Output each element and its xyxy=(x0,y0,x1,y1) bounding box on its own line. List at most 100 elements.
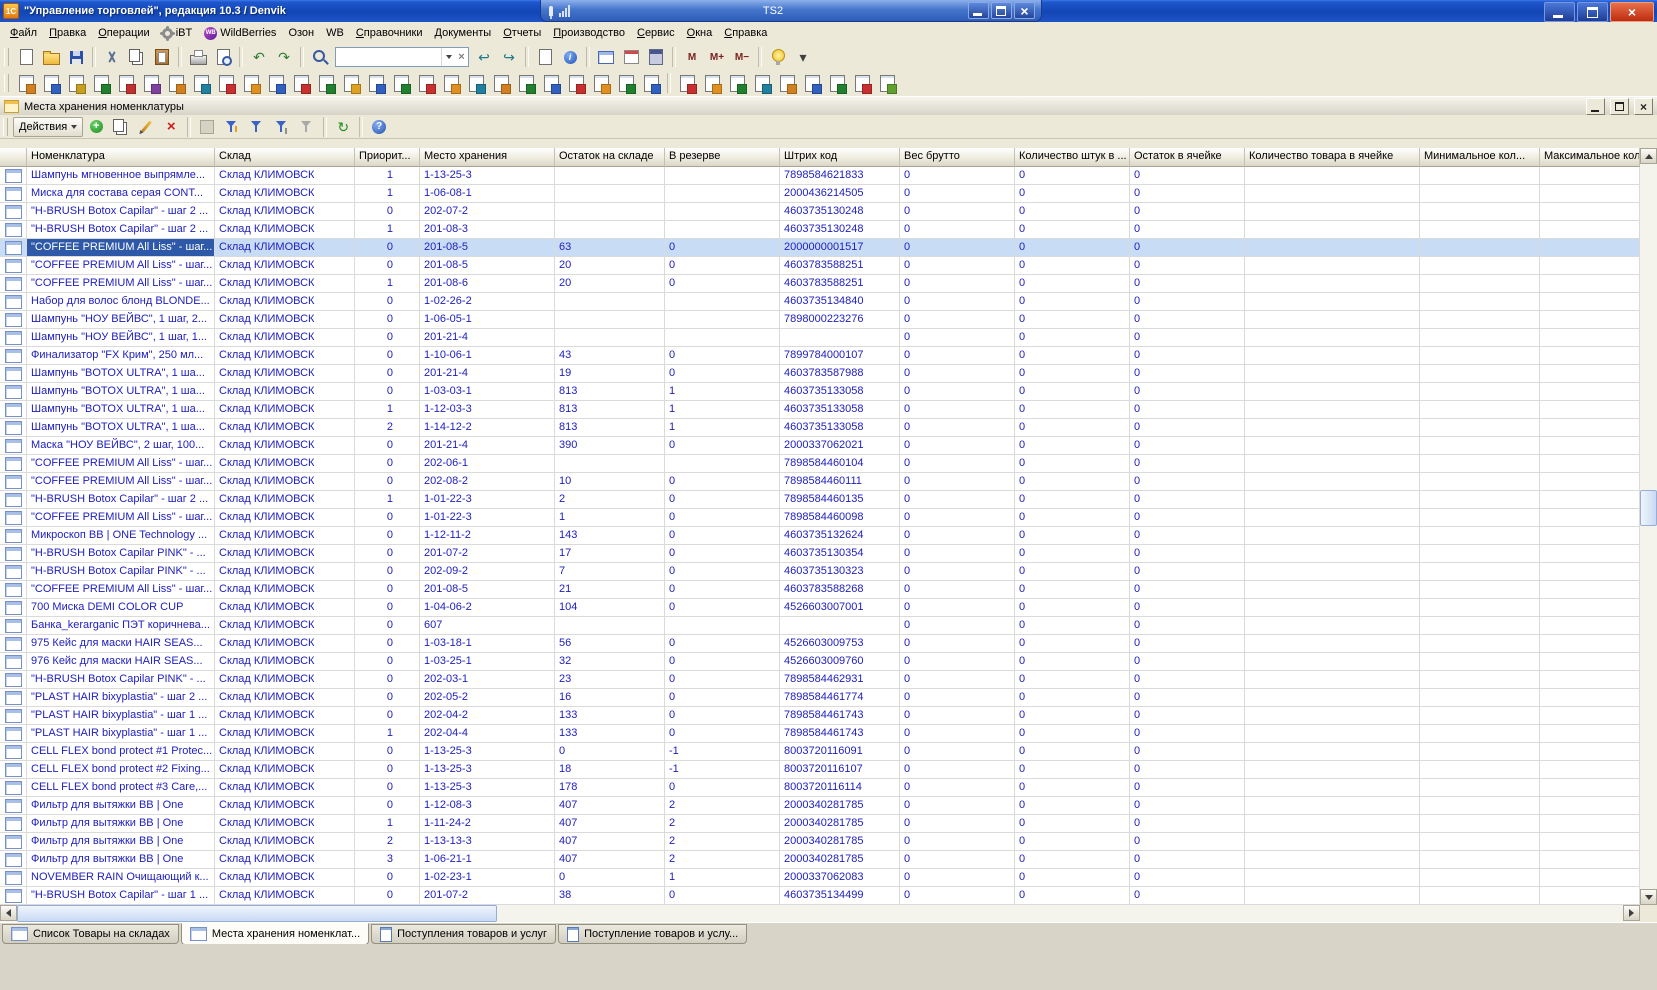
table-row[interactable]: CELL FLEX bond protect #1 Protec...Склад… xyxy=(0,743,1640,761)
column-header-location[interactable]: Место хранения xyxy=(420,148,555,167)
table-row[interactable]: NOVEMBER RAIN Очищающий к...Склад КЛИМОВ… xyxy=(0,869,1640,887)
table-row[interactable]: Финализатор "FX Крим", 250 мл...Склад КЛ… xyxy=(0,347,1640,365)
table-row[interactable]: Фильтр для вытяжки BB | OneСклад КЛИМОВС… xyxy=(0,797,1640,815)
menu-item-reports[interactable]: Отчеты xyxy=(497,24,547,42)
table-row[interactable]: "H-BRUSH Botox Capilar" - шаг 2 ...Склад… xyxy=(0,203,1640,221)
custom-icon-6[interactable] xyxy=(139,71,163,95)
search-dropdown-icon[interactable] xyxy=(441,48,455,66)
custom-icon-10[interactable] xyxy=(239,71,263,95)
open-icon[interactable] xyxy=(39,45,63,69)
custom-icon-34[interactable] xyxy=(850,71,874,95)
table-row[interactable]: "COFFEE PREMIUM All Liss" - шаг...Склад … xyxy=(0,455,1640,473)
table-row[interactable]: "COFFEE PREMIUM All Liss" - шаг...Склад … xyxy=(0,257,1640,275)
find-previous-icon[interactable]: ↩ xyxy=(472,45,496,69)
table-row[interactable]: "H-BRUSH Botox Capilar" - шаг 2 ...Склад… xyxy=(0,221,1640,239)
table-row[interactable]: Маска "НОУ ВЕЙВС", 2 шаг, 100...Склад КЛ… xyxy=(0,437,1640,455)
custom-icon-16[interactable] xyxy=(389,71,413,95)
scroll-down-button[interactable] xyxy=(1640,889,1657,905)
scroll-right-button[interactable] xyxy=(1623,905,1640,921)
table-row[interactable]: Фильтр для вытяжки BB | OneСклад КЛИМОВС… xyxy=(0,833,1640,851)
tip-of-day-icon[interactable] xyxy=(766,45,790,69)
clear-filter-button[interactable] xyxy=(295,115,319,139)
custom-icon-15[interactable] xyxy=(364,71,388,95)
table-row[interactable]: "COFFEE PREMIUM All Liss" - шаг...Склад … xyxy=(0,239,1640,257)
menu-item-help[interactable]: Справка xyxy=(718,24,773,42)
table-row[interactable]: Шампунь "BOTOX ULTRA", 1 ша...Склад КЛИМ… xyxy=(0,383,1640,401)
mdi-minimize-button[interactable] xyxy=(1586,98,1605,115)
custom-icon-18[interactable] xyxy=(439,71,463,95)
custom-icon-5[interactable] xyxy=(114,71,138,95)
table-row[interactable]: Шампунь "BOTOX ULTRA", 1 ша...Склад КЛИМ… xyxy=(0,365,1640,383)
table-row[interactable]: "H-BRUSH Botox Capilar" - шаг 2 ...Склад… xyxy=(0,491,1640,509)
table-row[interactable]: CELL FLEX bond protect #3 Care,...Склад … xyxy=(0,779,1640,797)
table-row[interactable]: "PLAST HAIR bixyplastia" - шаг 1 ...Скла… xyxy=(0,725,1640,743)
filter-by-value-button[interactable] xyxy=(270,115,294,139)
vertical-scroll-thumb[interactable] xyxy=(1640,490,1657,526)
horizontal-scrollbar[interactable] xyxy=(0,905,1640,922)
spreadsheet-icon[interactable] xyxy=(594,45,618,69)
show-list-icon[interactable] xyxy=(533,45,557,69)
custom-icon-21[interactable] xyxy=(514,71,538,95)
copy-item-button[interactable] xyxy=(109,115,133,139)
custom-icon-22[interactable] xyxy=(539,71,563,95)
custom-icon-26[interactable] xyxy=(639,71,663,95)
copy-icon[interactable] xyxy=(125,45,149,69)
memory-add-button[interactable]: M+ xyxy=(705,46,729,68)
info-icon[interactable] xyxy=(558,45,582,69)
new-document-icon[interactable] xyxy=(14,45,38,69)
horizontal-scroll-thumb[interactable] xyxy=(17,905,497,922)
scroll-left-button[interactable] xyxy=(0,905,17,921)
table-row[interactable]: "H-BRUSH Botox Capilar PINK" - ...Склад … xyxy=(0,671,1640,689)
custom-icon-30[interactable] xyxy=(750,71,774,95)
custom-icon-29[interactable] xyxy=(725,71,749,95)
find-icon[interactable] xyxy=(308,45,332,69)
window-tab[interactable]: Места хранения номенклат... xyxy=(181,923,369,945)
help-button[interactable] xyxy=(367,115,391,139)
table-row[interactable]: "H-BRUSH Botox Capilar PINK" - ...Склад … xyxy=(0,545,1640,563)
column-header-cell-stock[interactable]: Остаток в ячейке xyxy=(1130,148,1245,167)
menu-item-documents[interactable]: Документы xyxy=(429,24,498,42)
print-preview-icon[interactable] xyxy=(211,45,235,69)
table-row[interactable]: 975 Кейс для маски HAIR SEAS...Склад КЛИ… xyxy=(0,635,1640,653)
column-header-stock[interactable]: Остаток на складе xyxy=(555,148,665,167)
tip-dropdown-icon[interactable]: ▾ xyxy=(791,45,815,69)
custom-icon-11[interactable] xyxy=(264,71,288,95)
delete-button[interactable] xyxy=(159,115,183,139)
toolbar-grip[interactable] xyxy=(4,74,9,92)
calendar-icon[interactable] xyxy=(619,45,643,69)
print-icon[interactable] xyxy=(186,45,210,69)
custom-icon-24[interactable] xyxy=(589,71,613,95)
menu-item-production[interactable]: Производство xyxy=(547,24,631,42)
custom-icon-14[interactable] xyxy=(339,71,363,95)
toolbar-grip[interactable] xyxy=(4,48,9,66)
menu-item-references[interactable]: Справочники xyxy=(350,24,429,42)
custom-icon-19[interactable] xyxy=(464,71,488,95)
scroll-up-button[interactable] xyxy=(1640,148,1657,164)
window-close-button[interactable] xyxy=(1610,2,1654,22)
column-header-max-qty[interactable]: Максимальное кол... xyxy=(1540,148,1640,167)
custom-icon-32[interactable] xyxy=(800,71,824,95)
column-header-reserve[interactable]: В резерве xyxy=(665,148,780,167)
paste-icon[interactable] xyxy=(150,45,174,69)
custom-icon-9[interactable] xyxy=(214,71,238,95)
menu-item-edit[interactable]: Правка xyxy=(43,24,92,42)
custom-icon-12[interactable] xyxy=(289,71,313,95)
column-header-qty-in-cell[interactable]: Количество товара в ячейке xyxy=(1245,148,1420,167)
custom-icon-7[interactable] xyxy=(164,71,188,95)
custom-icon-13[interactable] xyxy=(314,71,338,95)
custom-icon-8[interactable] xyxy=(189,71,213,95)
table-row[interactable]: "COFFEE PREMIUM All Liss" - шаг...Склад … xyxy=(0,275,1640,293)
custom-icon-31[interactable] xyxy=(775,71,799,95)
menu-item-wildberries[interactable]: WBWildBerries xyxy=(198,24,282,43)
vertical-scrollbar[interactable] xyxy=(1640,148,1657,905)
column-header-priority[interactable]: Приорит... xyxy=(355,148,420,167)
menu-item-wb[interactable]: WB xyxy=(320,24,350,42)
table-row[interactable]: "PLAST HAIR bixyplastia" - шаг 2 ...Скла… xyxy=(0,689,1640,707)
table-row[interactable]: Шампунь "НОУ ВЕЙВС", 1 шаг, 2...Склад КЛ… xyxy=(0,311,1640,329)
menu-item-operations[interactable]: Операции xyxy=(92,24,155,42)
redo-icon[interactable]: ↷ xyxy=(272,45,296,69)
quick-search-input[interactable] xyxy=(336,50,441,64)
undo-icon[interactable]: ↶ xyxy=(247,45,271,69)
refresh-button[interactable]: ↻ xyxy=(331,115,355,139)
table-row[interactable]: "COFFEE PREMIUM All Liss" - шаг...Склад … xyxy=(0,581,1640,599)
